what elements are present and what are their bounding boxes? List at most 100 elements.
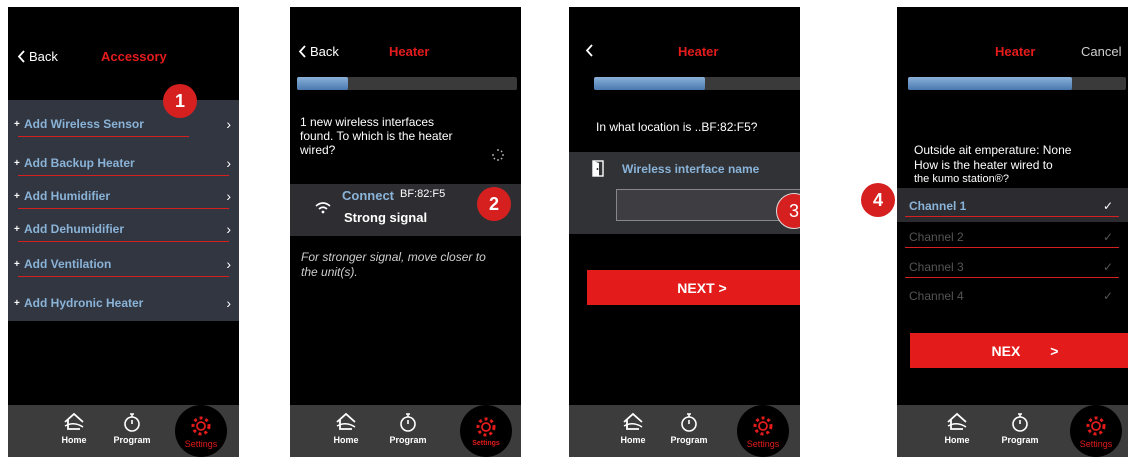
home-icon (64, 412, 84, 430)
nav-program[interactable]: Program (995, 411, 1045, 445)
loading-spinner-icon (492, 149, 504, 161)
page-title: Heater (389, 44, 430, 59)
nav-settings[interactable]: Settings (460, 405, 512, 457)
stopwatch-icon (681, 413, 697, 432)
chevron-right-icon: › (226, 155, 231, 171)
next-button[interactable]: NEXT > (587, 270, 800, 305)
signal-label: Strong signal (344, 210, 428, 225)
divider (18, 136, 189, 137)
bottom-nav: Home Program Settings (569, 405, 800, 457)
gear-icon (1086, 416, 1106, 435)
list-item-humidifier[interactable]: + Add Humidifier › (8, 183, 239, 209)
page-title: Accessory (101, 49, 167, 64)
channel-option-2[interactable]: Channel 2 ✓ (905, 226, 1119, 248)
list-item-label: Add Humidifier (24, 189, 110, 203)
step-badge: 2 (477, 187, 511, 221)
outside-temp-text: Outside ait emperature: None (914, 143, 1072, 157)
next-button[interactable]: NEX > (910, 333, 1128, 368)
channel-option-4[interactable]: Channel 4 ✓ (905, 285, 1119, 307)
check-icon: ✓ (1102, 289, 1113, 303)
nav-settings[interactable]: Settings (1070, 405, 1122, 457)
channel-label: Channel 4 (909, 289, 964, 303)
nav-label: Home (620, 435, 646, 445)
back-button[interactable]: Back (298, 44, 339, 59)
check-icon: ✓ (1102, 260, 1113, 274)
nav-settings[interactable]: Settings (737, 405, 789, 457)
home-icon (947, 412, 967, 430)
nav-label: Program (113, 435, 151, 445)
wireless-interface-panel: Wireless interface name (569, 152, 800, 234)
back-button[interactable]: Back (17, 49, 58, 64)
nav-label: Settings (1079, 438, 1113, 449)
divider (905, 247, 1119, 248)
plus-icon: + (14, 223, 20, 235)
wiring-question-cont: the kumo station®? (914, 173, 1009, 185)
nav-home[interactable]: Home (321, 411, 371, 445)
stopwatch-icon (400, 413, 416, 432)
home-icon (623, 412, 643, 430)
nav-program[interactable]: Program (664, 411, 714, 445)
back-label: Back (29, 49, 58, 64)
cancel-button[interactable]: Cancel (1081, 44, 1121, 59)
connect-link[interactable]: Connect (342, 188, 394, 203)
field-label: Wireless interface name (622, 162, 760, 176)
plus-icon: + (14, 118, 20, 130)
divider (905, 277, 1119, 278)
list-item-wireless-sensor[interactable]: + Add Wireless Sensor › (8, 111, 239, 137)
location-question: In what location is ..BF:82:F5? (596, 120, 758, 134)
step-badge: 4 (861, 183, 895, 217)
chevron-left-icon (17, 50, 25, 63)
progress-fill (297, 77, 348, 90)
accessory-screen: Back Accessory + Add Wireless Sensor › +… (8, 7, 239, 457)
gear-icon (476, 417, 496, 437)
channel-option-3[interactable]: Channel 3 ✓ (905, 256, 1119, 278)
list-item-dehumidifier[interactable]: + Add Dehumidifier › (8, 216, 239, 242)
interface-name-input[interactable] (616, 189, 800, 221)
channel-option-1[interactable]: Channel 1 ✓ (905, 195, 1119, 217)
divider (18, 208, 229, 209)
nav-label: Program (670, 435, 708, 445)
nav-home[interactable]: Home (932, 411, 982, 445)
plus-icon: + (14, 297, 20, 309)
signal-hint: For stronger signal, move closer to the … (301, 250, 486, 279)
divider (18, 276, 229, 277)
bottom-nav: Home Program Settings (290, 405, 521, 457)
plus-icon: + (14, 190, 20, 202)
check-icon: ✓ (1102, 230, 1113, 244)
list-item-ventilation[interactable]: + Add Ventilation › (8, 251, 239, 277)
list-item-backup-heater[interactable]: + Add Backup Heater › (8, 150, 239, 176)
channel-label: Channel 1 (909, 199, 967, 213)
nav-settings[interactable]: Settings (175, 405, 227, 457)
stopwatch-icon (1012, 413, 1028, 432)
progress-bar (908, 77, 1126, 90)
progress-fill (594, 77, 705, 90)
list-item-label: Add Dehumidifier (24, 222, 125, 236)
list-item-hydronic-heater[interactable]: + Add Hydronic Heater › (8, 290, 239, 316)
found-message: 1 new wireless interfaces found. To whic… (300, 115, 453, 157)
channel-label: Channel 3 (909, 260, 964, 274)
progress-bar (297, 77, 517, 90)
nav-home[interactable]: Home (49, 411, 99, 445)
nav-program[interactable]: Program (383, 411, 433, 445)
list-item-label: Add Backup Heater (24, 156, 135, 170)
divider (905, 216, 1119, 217)
bottom-nav: Home Program Settings (897, 405, 1128, 457)
nav-home[interactable]: Home (608, 411, 658, 445)
heater-found-screen: Back Heater 1 new wireless interfaces fo… (290, 7, 521, 457)
list-item-label: Add Wireless Sensor (24, 117, 144, 131)
bottom-nav: Home Program Settings (8, 405, 239, 457)
plus-icon: + (14, 157, 20, 169)
gear-icon (753, 416, 773, 435)
channel-label: Channel 2 (909, 230, 964, 244)
page-title: Heater (995, 44, 1036, 59)
back-button[interactable] (585, 44, 597, 57)
door-icon (592, 160, 604, 177)
wifi-icon (315, 202, 331, 214)
chevron-right-icon: › (226, 256, 231, 272)
nav-program[interactable]: Program (107, 411, 157, 445)
list-item-label: Add Ventilation (24, 257, 112, 271)
chevron-right-icon: › (226, 188, 231, 204)
plus-icon: + (14, 258, 20, 270)
check-icon: ✓ (1102, 199, 1113, 213)
heater-channel-screen: Heater Cancel Outside ait emperature: No… (897, 7, 1128, 457)
